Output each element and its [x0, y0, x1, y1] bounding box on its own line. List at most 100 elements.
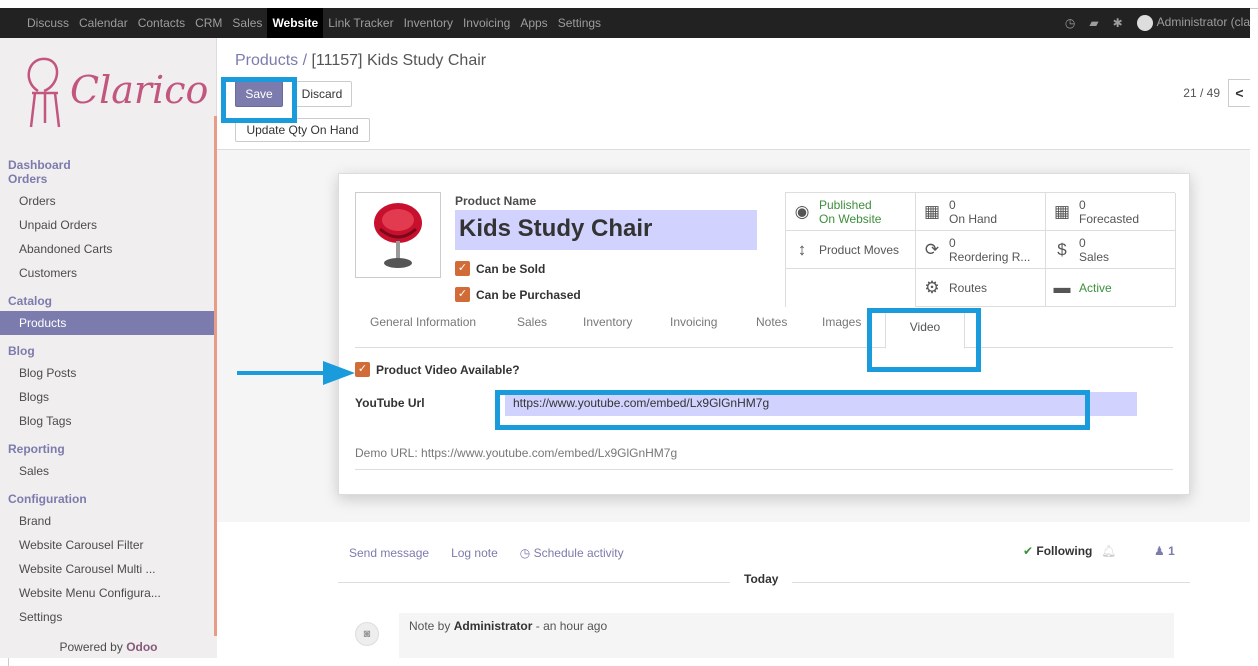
breadcrumb-products-link[interactable]: Products /	[235, 52, 307, 69]
stat-on-hand-value: 0	[949, 197, 956, 212]
sidebar-item-unpaid-orders[interactable]: Unpaid Orders	[0, 213, 216, 237]
svg-text:Clarico: Clarico	[70, 68, 208, 112]
note-author[interactable]: Administrator	[454, 619, 533, 633]
can-be-sold-checkbox[interactable]: ✓	[455, 261, 470, 276]
menu-sales[interactable]: Sales	[227, 8, 267, 38]
stat-forecasted[interactable]: ▦ 0 Forecasted	[1046, 193, 1176, 231]
sidebar-item-carousel-filter[interactable]: Website Carousel Filter	[0, 533, 216, 557]
powered-prefix: Powered by	[59, 640, 123, 654]
stat-on-hand-label: On Hand	[949, 211, 998, 226]
schedule-activity-button[interactable]: ◷ Schedule activity	[520, 546, 624, 560]
form-view: Product Name Kids Study Chair ✓ Can be S…	[217, 150, 1250, 658]
stat-empty	[786, 269, 916, 307]
tab-images[interactable]: Images	[822, 304, 861, 348]
clock-icon: ◷	[519, 546, 534, 560]
sidebar-item-carousel-multi[interactable]: Website Carousel Multi ...	[0, 557, 216, 581]
bell-icon[interactable]: 🔔︎	[1101, 544, 1116, 558]
bug-icon[interactable]: ✱	[1113, 16, 1123, 30]
sidebar-head-blog: Blog	[8, 344, 35, 358]
sidebar-item-blogs[interactable]: Blogs	[0, 385, 216, 409]
menu-discuss[interactable]: Discuss	[22, 8, 74, 38]
clock-icon[interactable]: ◷	[1065, 16, 1075, 30]
following-button[interactable]: ✔ Following	[1023, 544, 1092, 558]
stat-sales-value: 0	[1079, 235, 1086, 250]
breadcrumb: Products / [11157] Kids Study Chair	[235, 52, 486, 70]
stat-active-toggle[interactable]: ▬ Active	[1046, 269, 1176, 307]
odoo-link[interactable]: Odoo	[126, 640, 157, 654]
followers-button[interactable]: ♟ 1	[1154, 544, 1175, 558]
menu-calendar[interactable]: Calendar	[74, 8, 133, 38]
sidebar-item-products[interactable]: Products	[0, 311, 216, 335]
sidebar-head-orders: Orders	[8, 172, 48, 186]
product-image[interactable]	[355, 192, 441, 278]
sidebar-item-brand[interactable]: Brand	[0, 509, 216, 533]
can-be-sold-row: ✓ Can be Sold	[455, 261, 545, 276]
demo-url-text: Demo URL: https://www.youtube.com/embed/…	[355, 446, 678, 460]
update-qty-button[interactable]: Update Qty On Hand	[235, 118, 370, 142]
tab-sales[interactable]: Sales	[517, 304, 547, 348]
sidebar-item-customers[interactable]: Customers	[0, 261, 216, 285]
menu-settings[interactable]: Settings	[553, 8, 606, 38]
form-sheet: Product Name Kids Study Chair ✓ Can be S…	[338, 173, 1190, 495]
tab-general-information[interactable]: General Information	[370, 304, 476, 348]
tab-notes[interactable]: Notes	[756, 304, 787, 348]
stat-published-line2: On Website	[819, 211, 882, 226]
stat-forecasted-label: Forecasted	[1079, 211, 1140, 226]
smart-buttons: ◉ Published On Website ▦ 0 On Hand ▦ 0 Fore…	[785, 192, 1176, 307]
stat-forecasted-value: 0	[1079, 197, 1086, 212]
tab-video[interactable]: Video	[885, 308, 965, 349]
can-be-purchased-row: ✓ Can be Purchased	[455, 287, 581, 302]
building-icon: ▦	[1053, 201, 1071, 221]
can-be-purchased-checkbox[interactable]: ✓	[455, 287, 470, 302]
chat-icon[interactable]: ▰	[1089, 16, 1098, 30]
save-button[interactable]: Save	[235, 81, 283, 107]
can-be-purchased-label: Can be Purchased	[476, 287, 581, 302]
stat-on-hand[interactable]: ▦ 0 On Hand	[916, 193, 1046, 231]
pager-value: 21 / 49	[1183, 86, 1220, 100]
stat-sales[interactable]: $ 0 Sales	[1046, 231, 1176, 269]
youtube-url-input[interactable]: https://www.youtube.com/embed/Lx9GlGnHM7…	[505, 392, 1137, 416]
send-message-button[interactable]: Send message	[349, 546, 429, 560]
stat-published[interactable]: ◉ Published On Website	[786, 193, 916, 231]
product-name-label: Product Name	[455, 194, 537, 208]
chatter: Send message Log note ◷ Schedule activit…	[217, 522, 1250, 658]
menu-crm[interactable]: CRM	[190, 8, 227, 38]
top-navbar: Discuss Calendar Contacts CRM Sales Webs…	[0, 8, 1250, 38]
schedule-activity-label: Schedule activity	[533, 546, 624, 560]
stat-routes-label: Routes	[949, 280, 988, 295]
product-name-input[interactable]: Kids Study Chair	[455, 210, 757, 250]
menu-inventory[interactable]: Inventory	[399, 8, 458, 38]
pager-previous-button[interactable]: <	[1228, 79, 1250, 107]
chatter-message: Note by Administrator - an hour ago	[399, 613, 1174, 658]
note-time: - an hour ago	[535, 619, 608, 633]
menu-contacts[interactable]: Contacts	[133, 8, 190, 38]
sidebar-item-blog-tags[interactable]: Blog Tags	[0, 409, 216, 433]
date-separator-today: Today	[730, 572, 793, 586]
menu-link-tracker[interactable]: Link Tracker	[323, 8, 398, 38]
sidebar-item-menu-config[interactable]: Website Menu Configura...	[0, 581, 216, 605]
tab-invoicing[interactable]: Invoicing	[670, 304, 717, 348]
avatar	[1136, 15, 1153, 31]
discard-button[interactable]: Discard	[292, 81, 352, 107]
user-menu[interactable]: Administrator (cla	[1136, 15, 1250, 31]
breadcrumb-current: [11157] Kids Study Chair	[311, 52, 487, 69]
sidebar-item-dashboard[interactable]: Dashboard	[0, 155, 216, 172]
menu-website[interactable]: Website	[267, 8, 324, 38]
stat-reordering[interactable]: ⟳ 0 Reordering R...	[916, 231, 1046, 269]
menu-invoicing[interactable]: Invoicing	[458, 8, 515, 38]
stat-product-moves[interactable]: ↕ Product Moves	[786, 231, 916, 269]
chatter-actions: Send message Log note ◷ Schedule activit…	[349, 546, 624, 560]
tab-inventory[interactable]: Inventory	[583, 304, 632, 348]
sidebar-item-abandoned-carts[interactable]: Abandoned Carts	[0, 237, 216, 261]
menu-apps[interactable]: Apps	[515, 8, 552, 38]
sidebar-head-configuration: Configuration	[8, 492, 87, 506]
sidebar-item-orders[interactable]: Orders	[0, 189, 216, 213]
stat-routes[interactable]: ⚙ Routes	[916, 269, 1046, 307]
sidebar-item-settings[interactable]: Settings	[0, 605, 216, 629]
sidebar-item-blog-posts[interactable]: Blog Posts	[0, 361, 216, 385]
dollar-icon: $	[1057, 239, 1067, 259]
sidebar-item-sales-report[interactable]: Sales	[0, 459, 216, 483]
log-note-button[interactable]: Log note	[451, 546, 498, 560]
stat-reordering-label: Reordering R...	[949, 249, 1031, 264]
user-name: Administrator (cla	[1156, 15, 1250, 30]
